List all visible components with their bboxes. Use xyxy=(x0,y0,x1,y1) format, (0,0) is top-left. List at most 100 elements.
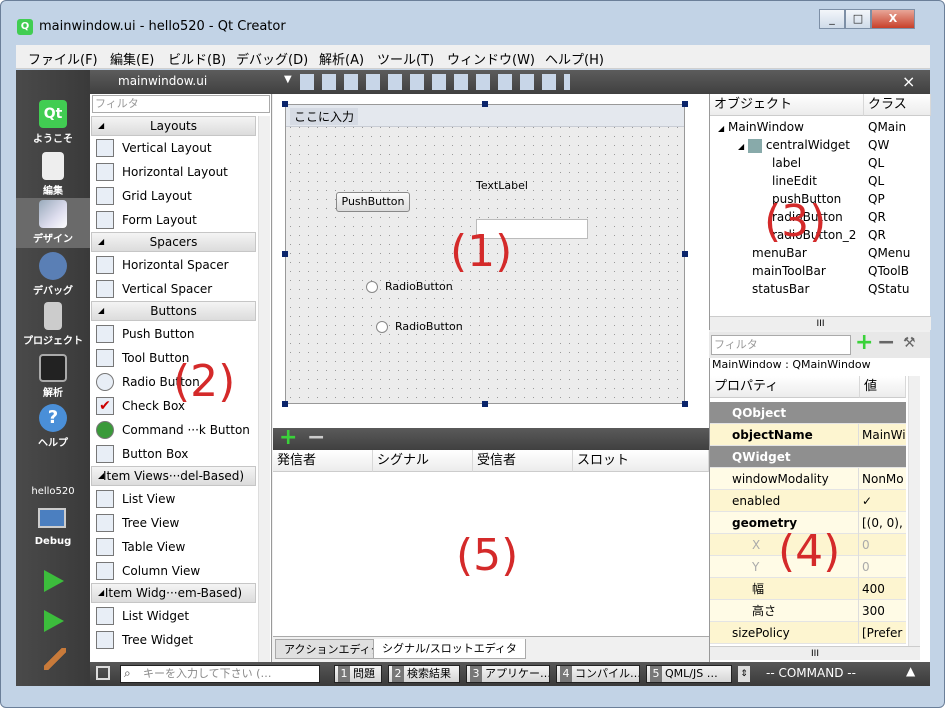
remove-property-icon[interactable]: − xyxy=(877,330,895,355)
col-object[interactable]: オブジェクト xyxy=(710,94,864,116)
add-dynamic-property-icon[interactable]: + xyxy=(855,330,873,355)
widget-box-scrollbar[interactable] xyxy=(258,116,270,662)
main-area: Qt ようこそ 編集 デザイン デバッグ プロジェクト 解析 ? ヘルプ hel… xyxy=(16,70,931,686)
form-radio-button-1[interactable]: RadioButton xyxy=(385,280,453,293)
resize-handle[interactable] xyxy=(682,101,688,107)
category-spacers[interactable]: ◢ Spacers xyxy=(91,232,256,252)
col-value[interactable]: 値 xyxy=(860,376,906,398)
close-editor-icon[interactable]: × xyxy=(902,72,915,91)
menu-window[interactable]: ウィンドウ(W) xyxy=(447,49,535,68)
obj-class: QR xyxy=(868,210,886,224)
mode-help[interactable]: ? ヘルプ xyxy=(16,402,90,452)
output-tab-qml[interactable]: 5 QML/JS … xyxy=(646,665,732,683)
col-receiver[interactable]: 受信者 xyxy=(473,450,573,472)
tab-signal-slot-editor[interactable]: シグナル/スロットエディタ xyxy=(373,639,526,659)
open-file-name[interactable]: mainwindow.ui xyxy=(118,74,207,88)
obj-class: QL xyxy=(868,174,885,188)
form-menu-bar[interactable]: ここに入力 xyxy=(286,105,684,127)
toggle-sidebar-icon[interactable] xyxy=(96,666,110,680)
build-hammer-icon[interactable] xyxy=(44,648,66,670)
menu-tools[interactable]: ツール(T) xyxy=(377,49,434,68)
kit-computer-icon[interactable] xyxy=(38,508,66,528)
widget-filter-input[interactable]: フィルタ xyxy=(92,95,270,113)
obj-row-label[interactable]: label xyxy=(772,154,801,172)
resize-handle[interactable] xyxy=(282,401,288,407)
resize-handle[interactable] xyxy=(682,401,688,407)
add-connection-icon[interactable]: + xyxy=(279,425,297,450)
layout-toolbar-icons[interactable] xyxy=(300,74,570,90)
menu-build[interactable]: ビルド(B) xyxy=(168,49,226,68)
resize-handle[interactable] xyxy=(282,251,288,257)
object-hscrollbar[interactable]: III xyxy=(710,316,931,330)
obj-row-lineedit[interactable]: lineEdit xyxy=(772,172,817,190)
annotation-5: (5) xyxy=(456,530,519,581)
menu-analyze[interactable]: 解析(A) xyxy=(319,49,364,68)
form-radio2-circle[interactable] xyxy=(376,321,388,333)
mode-projects[interactable]: プロジェクト xyxy=(16,300,90,350)
prop-width[interactable]: 幅 400 xyxy=(710,578,906,600)
output-tab-issues[interactable]: 1 問題 xyxy=(334,665,382,683)
remove-connection-icon[interactable]: − xyxy=(307,425,325,450)
mode-analyze[interactable]: 解析 xyxy=(16,352,90,402)
form-radio-button-2[interactable]: RadioButton xyxy=(395,320,463,333)
col-sender[interactable]: 発信者 xyxy=(273,450,373,472)
menu-file[interactable]: ファイル(F) xyxy=(28,49,98,68)
mode-edit[interactable]: 編集 xyxy=(16,150,90,200)
form-push-button[interactable]: PushButton xyxy=(336,192,410,212)
maximize-output-icon[interactable]: ▲ xyxy=(906,664,915,678)
debug-bug-icon xyxy=(39,252,67,280)
obj-row-centralwidget[interactable]: ◢ centralWidget xyxy=(738,136,850,154)
menu-debug[interactable]: デバッグ(D) xyxy=(236,49,308,68)
form-radio1-circle[interactable] xyxy=(366,281,378,293)
menu-edit[interactable]: 編集(E) xyxy=(110,49,154,68)
resize-handle[interactable] xyxy=(282,101,288,107)
kit-project-name: hello520 xyxy=(31,486,75,497)
col-slot[interactable]: スロット xyxy=(573,450,709,472)
prop-height[interactable]: 高さ 300 xyxy=(710,600,906,622)
obj-row-mainwindow[interactable]: ◢ MainWindow xyxy=(718,118,804,136)
prop-sizepolicy[interactable]: sizePolicy [Prefer xyxy=(710,622,906,644)
configure-wrench-icon[interactable]: ⚒ xyxy=(903,335,916,351)
grid-layout-icon xyxy=(96,187,114,205)
col-property[interactable]: プロパティ xyxy=(710,376,860,398)
run-icon[interactable] xyxy=(44,570,64,592)
category-layouts[interactable]: ◢ Layouts xyxy=(91,116,256,136)
form-text-label[interactable]: TextLabel xyxy=(476,179,528,192)
minimize-button[interactable]: _ xyxy=(819,9,845,29)
group-qobject[interactable]: QObject xyxy=(710,402,906,424)
menu-help[interactable]: ヘルプ(H) xyxy=(545,49,604,68)
obj-row-maintoolbar[interactable]: mainToolBar xyxy=(752,262,826,280)
prop-objectname[interactable]: objectName MainWi xyxy=(710,424,906,446)
group-qwidget[interactable]: QWidget xyxy=(710,446,906,468)
vertical-spacer-icon xyxy=(96,280,114,298)
maximize-button[interactable]: □ xyxy=(845,9,871,29)
resize-handle[interactable] xyxy=(482,401,488,407)
locator-input[interactable]: キーを入力して下さい (… xyxy=(120,665,320,683)
property-vscrollbar[interactable] xyxy=(908,376,920,646)
obj-row-statusbar[interactable]: statusBar xyxy=(752,280,809,298)
output-tab-compile[interactable]: 4 コンパイル… xyxy=(556,665,640,683)
category-item-views[interactable]: ◢ Item Views···del-Based) xyxy=(91,466,256,486)
property-hscrollbar[interactable]: III xyxy=(710,646,920,660)
obj-class: QMenu xyxy=(868,246,911,260)
file-dropdown-icon[interactable]: ▼ xyxy=(284,74,292,85)
close-button[interactable]: X xyxy=(871,9,915,29)
output-tab-search[interactable]: 2 検索結果 xyxy=(388,665,460,683)
debug-run-icon[interactable] xyxy=(44,610,64,632)
col-signal[interactable]: シグナル xyxy=(373,450,473,472)
title-bar: Q mainwindow.ui - hello520 - Qt Creator xyxy=(7,7,939,37)
mode-debug[interactable]: デバッグ xyxy=(16,250,90,300)
category-item-widgets[interactable]: ◢ Item Widg···em-Based) xyxy=(91,583,256,603)
category-buttons[interactable]: ◢ Buttons xyxy=(91,301,256,321)
mode-welcome[interactable]: Qt ようこそ xyxy=(16,98,90,148)
resize-handle[interactable] xyxy=(682,251,688,257)
prop-enabled[interactable]: enabled ✓ xyxy=(710,490,906,512)
menu-type-here[interactable]: ここに入力 xyxy=(290,108,359,125)
output-tab-application[interactable]: 3 アプリケー… xyxy=(466,665,550,683)
prop-windowmodality[interactable]: windowModality NonMo xyxy=(710,468,906,490)
property-filter-input[interactable]: フィルタ xyxy=(711,335,851,355)
col-class[interactable]: クラス xyxy=(864,94,931,116)
output-tabs-spinner[interactable]: ⇕ xyxy=(738,666,750,682)
resize-handle[interactable] xyxy=(482,101,488,107)
mode-design[interactable]: デザイン xyxy=(16,198,90,248)
